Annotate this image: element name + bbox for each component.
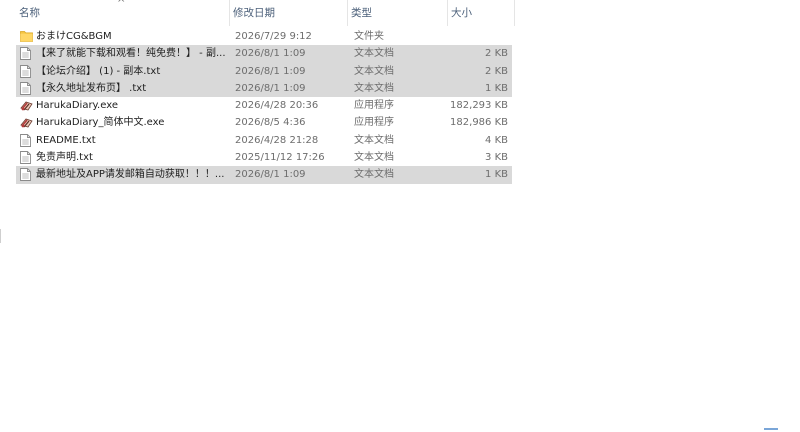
file-name: 【论坛介绍】 (1) - 副本.txt bbox=[36, 65, 161, 77]
file-modified-date: 2026/8/1 1:09 bbox=[235, 65, 306, 77]
file-name: おまけCG&BGM bbox=[36, 31, 112, 42]
file-name: README.txt bbox=[36, 134, 96, 146]
file-name: 【来了就能下载和观看！纯免费！】 - 副... bbox=[36, 48, 226, 60]
folder-icon bbox=[20, 30, 33, 43]
file-name: 最新地址及APP请发邮箱自动获取！！！... bbox=[36, 169, 225, 181]
file-size: 182,293 KB bbox=[450, 100, 508, 112]
file-row[interactable]: 最新地址及APP请发邮箱自动获取！！！... 2026/8/1 1:09 文本文档 1… bbox=[0, 166, 800, 184]
file-modified-date: 2026/8/1 1:09 bbox=[235, 48, 306, 60]
file-size: 1 KB bbox=[485, 169, 508, 181]
file-row[interactable]: HarukaDiary.exe 2026/4/28 20:36 应用程序 182,29… bbox=[0, 97, 800, 114]
file-size: 1 KB bbox=[485, 82, 508, 94]
file-size: 2 KB bbox=[485, 65, 508, 77]
file-modified-date: 2026/4/28 20:36 bbox=[235, 100, 319, 112]
file-modified-date: 2025/11/12 17:26 bbox=[235, 152, 325, 164]
file-type: 应用程序 bbox=[354, 117, 394, 129]
scroll-edge-marker bbox=[0, 229, 1, 243]
file-name: HarukaDiary_简体中文.exe bbox=[36, 117, 165, 129]
file-type: 文本文档 bbox=[354, 65, 394, 77]
file-type: 应用程序 bbox=[354, 100, 394, 112]
file-modified-date: 2026/8/1 1:09 bbox=[235, 82, 306, 94]
text-file-icon bbox=[20, 64, 32, 78]
text-file-icon bbox=[20, 47, 32, 61]
file-list: おまけCG&BGM 2026/7/29 9:12 文件夹【来了就能下载和观看！纯免费… bbox=[0, 28, 800, 184]
text-file-icon bbox=[20, 81, 32, 95]
file-size bbox=[448, 28, 508, 45]
file-name: HarukaDiary.exe bbox=[36, 100, 118, 112]
resize-grip-icon[interactable] bbox=[764, 428, 778, 430]
file-type: 文本文档 bbox=[354, 169, 394, 181]
column-header-date[interactable]: 修改日期 bbox=[229, 0, 346, 26]
text-file-icon bbox=[20, 168, 32, 182]
file-row[interactable]: 免责声明.txt 2025/11/12 17:26 文本文档 3 KB bbox=[0, 149, 800, 166]
file-row[interactable]: 【论坛介绍】 (1) - 副本.txt 2026/8/1 1:09 文本文档 2 KB bbox=[0, 62, 800, 80]
text-file-icon bbox=[20, 151, 32, 165]
file-size: 2 KB bbox=[485, 48, 508, 60]
file-list-pane: ^ 名称 修改日期 类型 大小 おまけCG&BGM 2026/7/29 9:12 文… bbox=[0, 0, 800, 432]
column-header-type[interactable]: 类型 bbox=[347, 0, 446, 26]
text-file-icon bbox=[20, 133, 32, 147]
file-size: 182,986 KB bbox=[450, 117, 508, 129]
file-type: 文本文档 bbox=[354, 152, 394, 164]
app-icon bbox=[20, 99, 33, 112]
file-type: 文本文档 bbox=[354, 134, 394, 146]
column-header-bar: ^ 名称 修改日期 类型 大小 bbox=[0, 0, 800, 26]
file-size: 3 KB bbox=[485, 152, 508, 164]
file-name: 【永久地址发布页】 .txt bbox=[36, 82, 147, 94]
file-row[interactable]: 【永久地址发布页】 .txt 2026/8/1 1:09 文本文档 1 KB bbox=[0, 79, 800, 98]
column-header-size[interactable]: 大小 bbox=[447, 0, 514, 26]
app-icon bbox=[20, 116, 33, 129]
file-row[interactable]: HarukaDiary_简体中文.exe 2026/8/5 4:36 应用程序 182… bbox=[0, 114, 800, 131]
file-modified-date: 2026/4/28 21:28 bbox=[235, 134, 319, 146]
column-header-name[interactable]: 名称 bbox=[15, 0, 228, 26]
file-name: 免责声明.txt bbox=[36, 152, 93, 164]
file-row[interactable]: 【来了就能下载和观看！纯免费！】 - 副... 2026/8/1 1:09 文本文档… bbox=[0, 45, 800, 63]
column-divider[interactable] bbox=[514, 0, 515, 26]
file-type: 文件夹 bbox=[354, 31, 384, 42]
file-modified-date: 2026/8/5 4:36 bbox=[235, 117, 306, 129]
file-type: 文本文档 bbox=[354, 82, 394, 94]
file-size: 4 KB bbox=[485, 134, 508, 146]
file-modified-date: 2026/8/1 1:09 bbox=[235, 169, 306, 181]
file-row[interactable]: README.txt 2026/4/28 21:28 文本文档 4 KB bbox=[0, 132, 800, 149]
file-type: 文本文档 bbox=[354, 48, 394, 60]
file-row[interactable]: おまけCG&BGM 2026/7/29 9:12 文件夹 bbox=[0, 28, 800, 45]
file-modified-date: 2026/7/29 9:12 bbox=[235, 31, 312, 42]
